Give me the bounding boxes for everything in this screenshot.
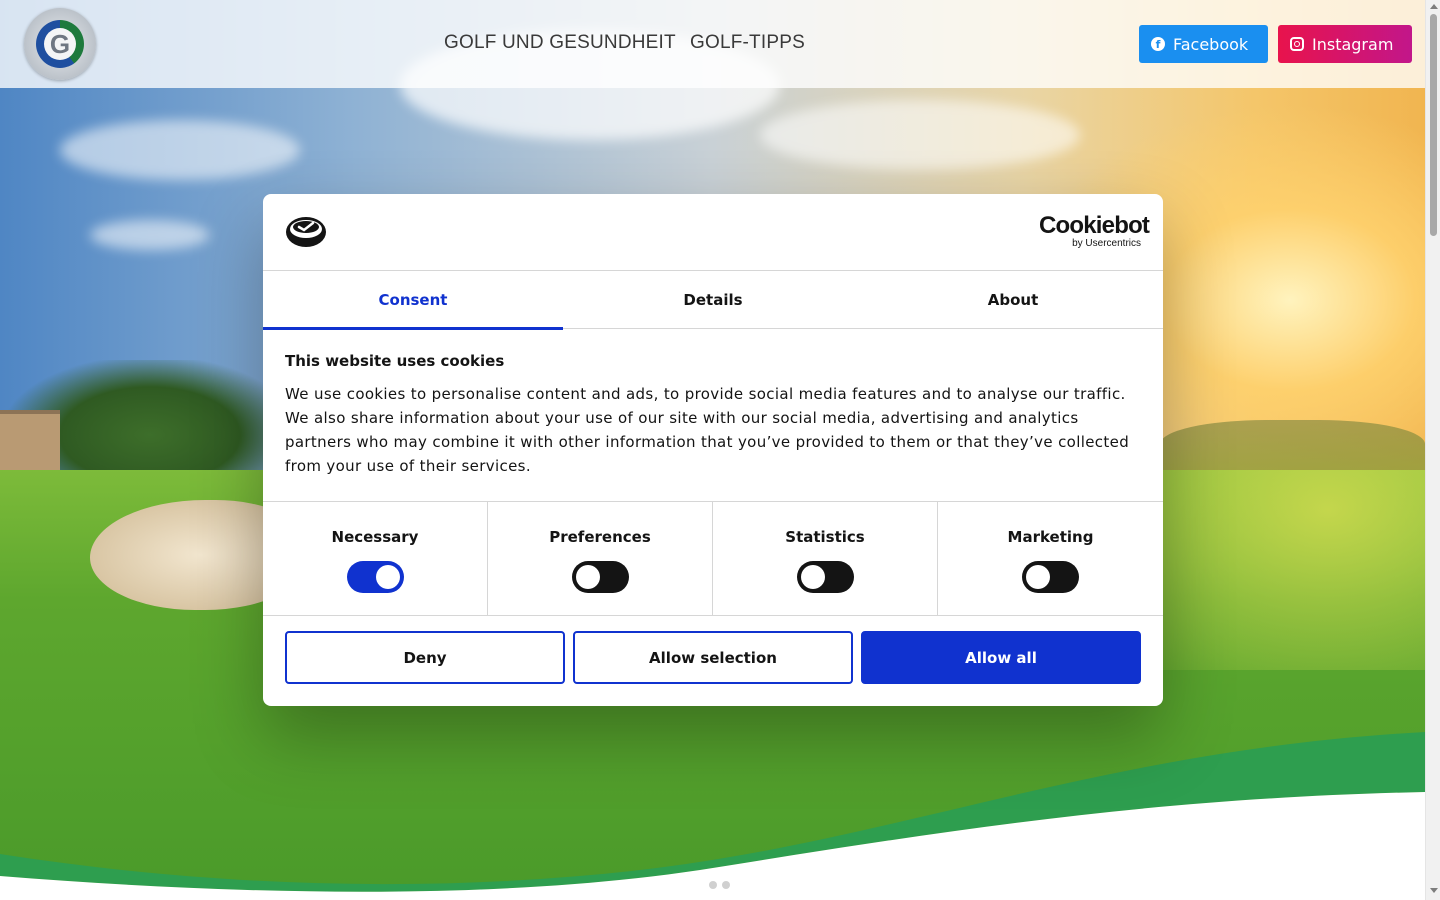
- tab-consent[interactable]: Consent: [263, 271, 563, 330]
- cookiebot-logo[interactable]: Cookiebot by Usercentrics: [1039, 212, 1150, 249]
- cookie-brand-icon: [286, 217, 326, 247]
- slider-dots: [709, 881, 730, 889]
- scroll-thumb[interactable]: [1430, 14, 1437, 236]
- instagram-label: Instagram: [1312, 34, 1394, 54]
- cookiebot-wordmark: Cookiebot: [1039, 212, 1150, 239]
- site-header: G GOLF UND GESUNDHEIT GOLF-TIPPS f Faceb…: [0, 0, 1425, 88]
- toggle-label-necessary: Necessary: [331, 528, 419, 546]
- dgv-logo[interactable]: G: [24, 8, 96, 80]
- toggle-knob: [575, 565, 600, 589]
- toggle-cell-necessary: Necessary: [263, 502, 488, 615]
- green-wave: [0, 732, 1425, 900]
- instagram-icon: [1290, 37, 1304, 51]
- dialog-description: We use cookies to personalise content an…: [285, 385, 1130, 475]
- cloud: [90, 220, 210, 250]
- nav-golf-tipps[interactable]: GOLF-TIPPS: [690, 32, 805, 54]
- deny-button[interactable]: Deny: [285, 631, 565, 684]
- scroll-down-arrow-icon[interactable]: [1430, 888, 1438, 893]
- page-scrollbar[interactable]: [1425, 0, 1440, 900]
- scroll-up-arrow-icon[interactable]: [1430, 4, 1438, 9]
- dialog-header: Cookiebot by Usercentrics: [263, 194, 1163, 271]
- toggle-cell-statistics: Statistics: [713, 502, 938, 615]
- cookiebot-byline: by Usercentrics: [1072, 238, 1141, 249]
- nav-golf-und-gesundheit[interactable]: GOLF UND GESUNDHEIT: [444, 32, 676, 54]
- dialog-buttons: Deny Allow selection Allow all: [285, 631, 1141, 684]
- necessary-toggle[interactable]: [346, 561, 404, 593]
- toggle-label-statistics: Statistics: [785, 528, 865, 546]
- statistics-toggle[interactable]: [796, 561, 854, 593]
- toggle-knob: [375, 565, 400, 589]
- toggle-cell-marketing: Marketing: [938, 502, 1163, 615]
- toggle-label-marketing: Marketing: [1007, 528, 1094, 546]
- cookie-consent-dialog: Cookiebot by Usercentrics Consent Detail…: [263, 194, 1163, 706]
- marketing-toggle[interactable]: [1022, 561, 1079, 593]
- dialog-body: This website uses cookies We use cookies…: [285, 352, 1141, 478]
- allow-selection-button[interactable]: Allow selection: [573, 631, 853, 684]
- consent-toggles: Necessary Preferences Statistics Marketi…: [263, 501, 1163, 616]
- cloud: [760, 100, 1080, 170]
- facebook-label: Facebook: [1173, 34, 1249, 54]
- logo-letter: G: [44, 28, 76, 60]
- toggle-knob: [1026, 565, 1050, 589]
- clubhouse: [0, 410, 60, 470]
- cloud: [60, 120, 300, 180]
- preferences-toggle[interactable]: [571, 561, 629, 593]
- slider-dot[interactable]: [722, 881, 730, 889]
- facebook-icon: f: [1151, 37, 1165, 51]
- slider-dot[interactable]: [709, 881, 717, 889]
- allow-all-button[interactable]: Allow all: [861, 631, 1141, 684]
- instagram-button[interactable]: Instagram: [1278, 25, 1412, 63]
- toggle-cell-preferences: Preferences: [488, 502, 713, 615]
- facebook-button[interactable]: f Facebook: [1139, 25, 1268, 63]
- dialog-title: This website uses cookies: [285, 352, 505, 370]
- tab-details[interactable]: Details: [563, 271, 863, 329]
- toggle-label-preferences: Preferences: [549, 528, 651, 546]
- toggle-knob: [800, 565, 825, 589]
- tab-about[interactable]: About: [863, 271, 1163, 329]
- dialog-tabs: Consent Details About: [263, 271, 1163, 330]
